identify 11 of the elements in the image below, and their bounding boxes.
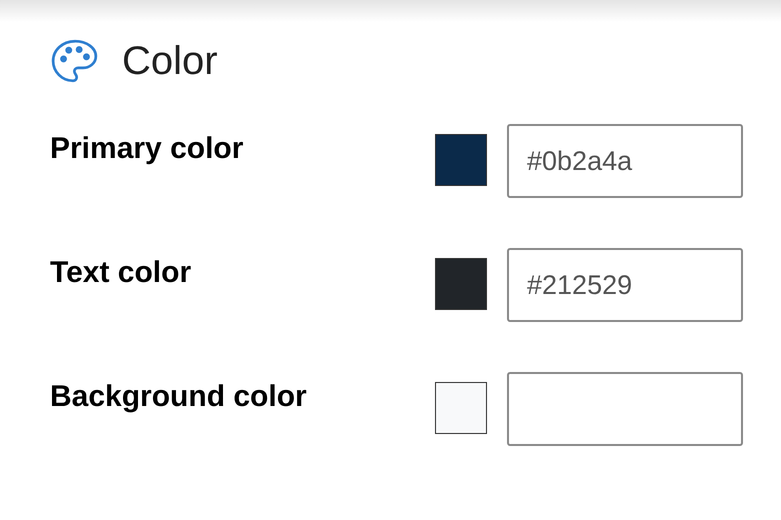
color-input[interactable]: #212529 — [507, 248, 743, 322]
color-input[interactable] — [507, 372, 743, 446]
color-swatch[interactable] — [435, 258, 487, 310]
color-input[interactable]: #0b2a4a — [507, 124, 743, 198]
field-label: Text color — [50, 258, 192, 288]
field-label: Background color — [50, 382, 308, 412]
palette-icon — [50, 38, 100, 84]
field-label: Primary color — [50, 134, 244, 164]
section-title: Color — [122, 41, 218, 81]
color-swatch[interactable] — [435, 382, 487, 434]
color-swatch[interactable] — [435, 134, 487, 186]
